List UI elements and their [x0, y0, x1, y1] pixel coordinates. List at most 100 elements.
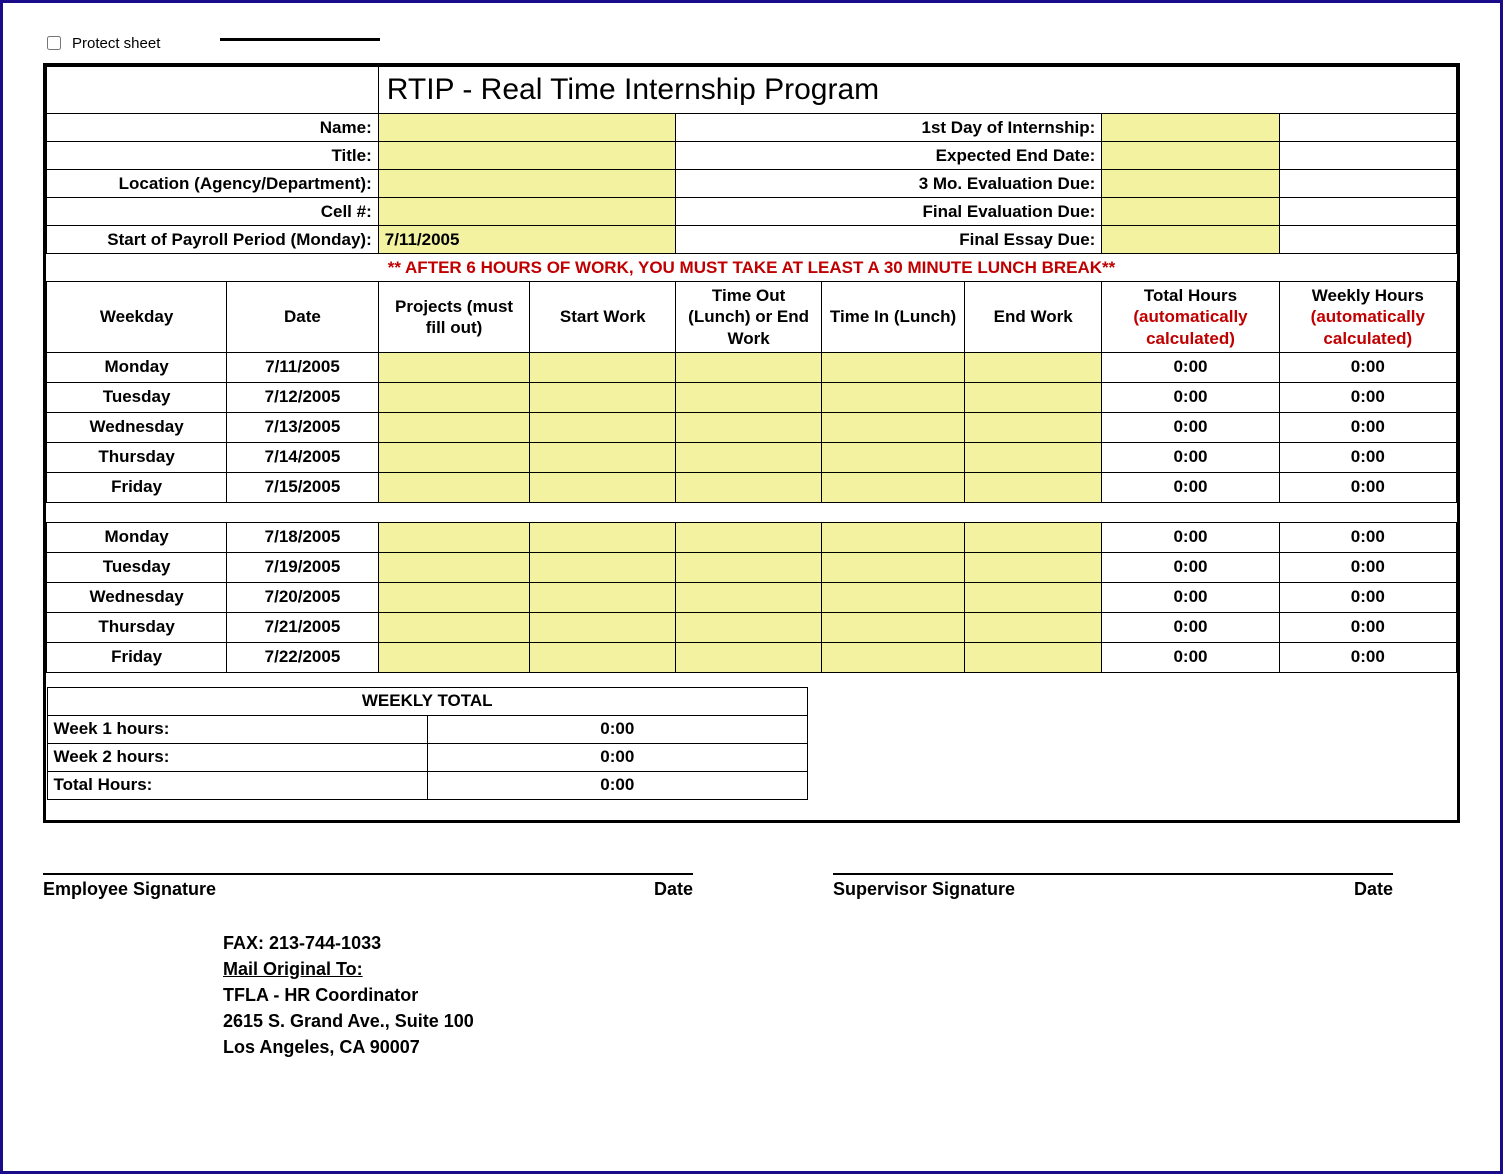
cell-date: 7/15/2005 [227, 472, 379, 502]
cell-total-hours: 0:00 [1102, 552, 1279, 582]
cell-projects[interactable] [378, 412, 530, 442]
label-cell: Cell #: [47, 198, 379, 226]
cell-start-work[interactable] [530, 352, 676, 382]
cell-weekly-hours: 0:00 [1279, 612, 1456, 642]
table-row: Wednesday7/20/20050:000:00 [47, 582, 1457, 612]
cell-start-work[interactable] [530, 552, 676, 582]
cell-weekly-hours: 0:00 [1279, 382, 1456, 412]
cell-projects[interactable] [378, 612, 530, 642]
page-title: RTIP - Real Time Internship Program [378, 67, 1456, 114]
table-row: Tuesday7/19/20050:000:00 [47, 552, 1457, 582]
cell-time-in[interactable] [822, 382, 965, 412]
cell-weekday: Thursday [47, 442, 227, 472]
cell-time-out[interactable] [676, 382, 822, 412]
cell-total-hours: 0:00 [1102, 582, 1279, 612]
cell-date: 7/13/2005 [227, 412, 379, 442]
cell-end-work[interactable] [965, 522, 1102, 552]
cell-date: 7/22/2005 [227, 642, 379, 672]
protect-sheet-checkbox[interactable] [47, 36, 61, 50]
cell-total-hours: 0:00 [1102, 382, 1279, 412]
cell-start-work[interactable] [530, 382, 676, 412]
cell-start-work[interactable] [530, 412, 676, 442]
cell-end-work[interactable] [965, 552, 1102, 582]
cell-total-hours: 0:00 [1102, 352, 1279, 382]
col-time-in: Time In (Lunch) [822, 282, 965, 353]
cell-projects[interactable] [378, 472, 530, 502]
cell-time-out[interactable] [676, 642, 822, 672]
cell-start-work[interactable] [530, 442, 676, 472]
cell-weekly-hours: 0:00 [1279, 552, 1456, 582]
cell-end-work[interactable] [965, 472, 1102, 502]
table-row: Friday7/15/20050:000:00 [47, 472, 1457, 502]
footer-block: FAX: 213-744-1033 Mail Original To: TFLA… [223, 930, 1460, 1060]
cell-date: 7/14/2005 [227, 442, 379, 472]
cell-weekday: Tuesday [47, 552, 227, 582]
cell-total-hours: 0:00 [1102, 642, 1279, 672]
label-final-eval: Final Evaluation Due: [676, 198, 1102, 226]
cell-projects[interactable] [378, 442, 530, 472]
cell-end-work[interactable] [965, 352, 1102, 382]
input-title[interactable] [378, 142, 675, 170]
cell-date: 7/12/2005 [227, 382, 379, 412]
cell-time-in[interactable] [822, 522, 965, 552]
cell-end-work[interactable] [965, 382, 1102, 412]
input-expected-end[interactable] [1102, 142, 1279, 170]
cell-time-in[interactable] [822, 582, 965, 612]
cell-end-work[interactable] [965, 582, 1102, 612]
col-total-hours: Total Hours (automatically calculated) [1102, 282, 1279, 353]
col-projects: Projects (must fill out) [378, 282, 530, 353]
week1-hours-value: 0:00 [427, 715, 807, 743]
cell-weekday: Monday [47, 522, 227, 552]
cell-time-out[interactable] [676, 442, 822, 472]
cell-time-out[interactable] [676, 412, 822, 442]
col-time-out: Time Out (Lunch) or End Work [676, 282, 822, 353]
cell-time-in[interactable] [822, 352, 965, 382]
col-weekly-hours: Weekly Hours (automatically calculated) [1279, 282, 1456, 353]
col-end-work: End Work [965, 282, 1102, 353]
timesheet: RTIP - Real Time Internship Program Name… [43, 63, 1460, 823]
cell-time-in[interactable] [822, 612, 965, 642]
input-3mo-eval[interactable] [1102, 170, 1279, 198]
label-first-day: 1st Day of Internship: [676, 114, 1102, 142]
cell-projects[interactable] [378, 552, 530, 582]
cell-time-out[interactable] [676, 582, 822, 612]
cell-weekly-hours: 0:00 [1279, 352, 1456, 382]
cell-time-in[interactable] [822, 442, 965, 472]
cell-time-in[interactable] [822, 642, 965, 672]
col-weekday: Weekday [47, 282, 227, 353]
cell-end-work[interactable] [965, 412, 1102, 442]
cell-start-work[interactable] [530, 642, 676, 672]
input-location[interactable] [378, 170, 675, 198]
cell-time-out[interactable] [676, 612, 822, 642]
cell-projects[interactable] [378, 522, 530, 552]
input-name[interactable] [378, 114, 675, 142]
cell-end-work[interactable] [965, 612, 1102, 642]
cell-time-out[interactable] [676, 552, 822, 582]
input-payroll-start[interactable]: 7/11/2005 [378, 226, 675, 254]
footer-mail-heading: Mail Original To: [223, 956, 1460, 982]
input-first-day[interactable] [1102, 114, 1279, 142]
cell-weekday: Wednesday [47, 412, 227, 442]
cell-time-out[interactable] [676, 352, 822, 382]
cell-time-out[interactable] [676, 472, 822, 502]
cell-projects[interactable] [378, 352, 530, 382]
week2-hours-value: 0:00 [427, 743, 807, 771]
cell-time-in[interactable] [822, 472, 965, 502]
cell-start-work[interactable] [530, 522, 676, 552]
cell-projects[interactable] [378, 642, 530, 672]
input-final-eval[interactable] [1102, 198, 1279, 226]
cell-start-work[interactable] [530, 582, 676, 612]
input-final-essay[interactable] [1102, 226, 1279, 254]
input-cell[interactable] [378, 198, 675, 226]
cell-start-work[interactable] [530, 472, 676, 502]
cell-date: 7/21/2005 [227, 612, 379, 642]
cell-start-work[interactable] [530, 612, 676, 642]
cell-time-in[interactable] [822, 412, 965, 442]
table-row: Friday7/22/20050:000:00 [47, 642, 1457, 672]
cell-end-work[interactable] [965, 642, 1102, 672]
cell-projects[interactable] [378, 582, 530, 612]
cell-end-work[interactable] [965, 442, 1102, 472]
cell-projects[interactable] [378, 382, 530, 412]
cell-time-out[interactable] [676, 522, 822, 552]
cell-time-in[interactable] [822, 552, 965, 582]
